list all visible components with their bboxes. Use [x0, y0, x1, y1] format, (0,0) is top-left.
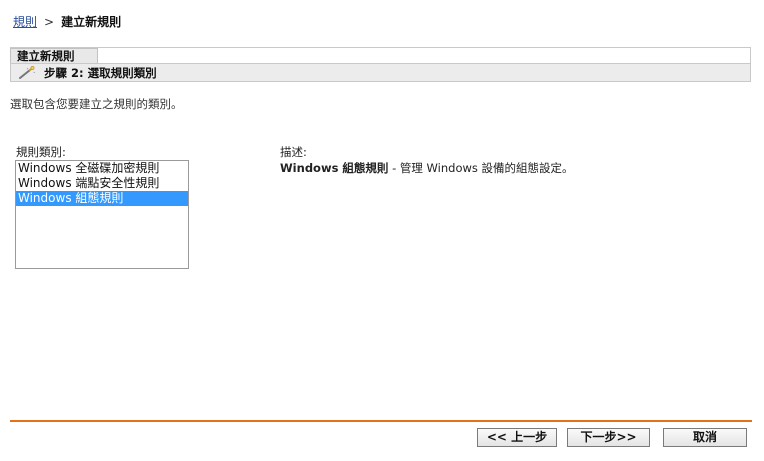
description-label: 描述:	[280, 145, 307, 159]
wizard-panel-header: 建立新規則 步驟 2: 選取規則類別	[10, 47, 751, 83]
cancel-button[interactable]: 取消	[663, 428, 747, 447]
step-title: 步驟 2: 選取規則類別	[44, 65, 157, 80]
breadcrumb-current: 建立新規則	[61, 15, 122, 29]
breadcrumb: 規則 > 建立新規則	[13, 13, 121, 30]
category-listbox[interactable]: Windows 全磁碟加密規則 Windows 端點安全性規則 Windows …	[15, 160, 189, 269]
footer-divider	[10, 420, 752, 422]
description-text: Windows 組態規則 - 管理 Windows 設備的組態設定。	[280, 160, 574, 176]
description-body: - 管理 Windows 設備的組態設定。	[388, 161, 574, 175]
instruction-text: 選取包含您要建立之規則的類別。	[10, 97, 183, 111]
category-label: 規則類別:	[16, 145, 66, 159]
previous-button[interactable]: << 上一步	[477, 428, 557, 447]
breadcrumb-link-rules[interactable]: 規則	[13, 13, 37, 30]
next-button[interactable]: 下一步>>	[567, 428, 650, 447]
description-title: Windows 組態規則	[280, 161, 389, 175]
wand-icon	[18, 65, 36, 80]
panel-tab-title: 建立新規則	[10, 48, 98, 64]
list-item-full-disk-encryption[interactable]: Windows 全磁碟加密規則	[16, 161, 188, 176]
list-item-configuration[interactable]: Windows 組態規則	[16, 191, 188, 206]
step-header: 步驟 2: 選取規則類別	[10, 63, 751, 82]
page: 規則 > 建立新規則 建立新規則 步驟 2: 選取規則類別 選取包含您要建立之規…	[0, 0, 764, 461]
list-item-endpoint-security[interactable]: Windows 端點安全性規則	[16, 176, 188, 191]
breadcrumb-separator: >	[44, 14, 55, 29]
panel-tab-row: 建立新規則	[10, 47, 751, 64]
